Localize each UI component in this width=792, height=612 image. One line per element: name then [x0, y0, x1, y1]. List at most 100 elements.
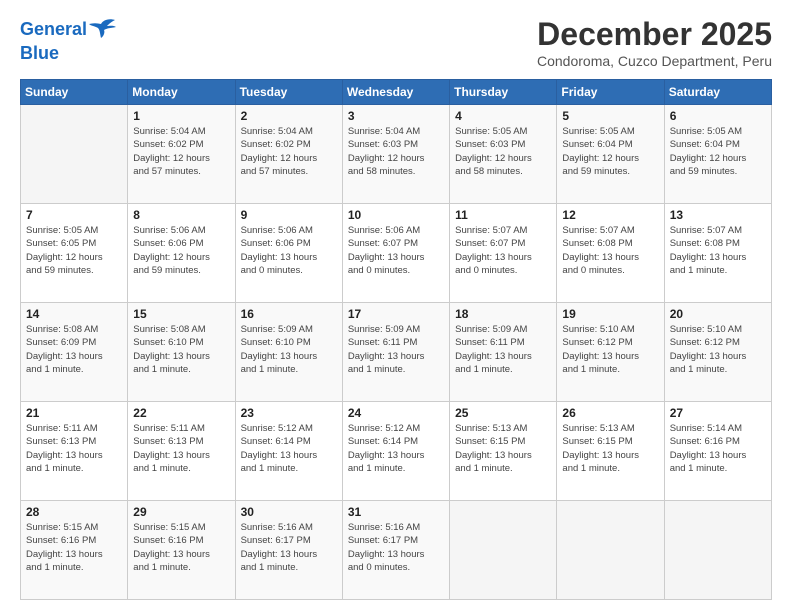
day-info: Sunrise: 5:11 AMSunset: 6:13 PMDaylight:… [26, 422, 122, 475]
day-number: 12 [562, 208, 658, 222]
table-row: 14Sunrise: 5:08 AMSunset: 6:09 PMDayligh… [21, 303, 128, 402]
calendar-week-row: 7 Sunrise: 5:05 AMSunset: 6:05 PMDaylight… [21, 204, 772, 303]
table-row: 16 Sunrise: 5:09 AMSunset: 6:10 PMDayligh… [235, 303, 342, 402]
day-number: 28 [26, 505, 122, 519]
logo-text: General [20, 20, 87, 40]
calendar-table: Sunday Monday Tuesday Wednesday Thursday… [20, 79, 772, 600]
day-info: Sunrise: 5:16 AMSunset: 6:17 PMDaylight:… [241, 521, 337, 574]
col-monday: Monday [128, 80, 235, 105]
day-info: Sunrise: 5:10 AMSunset: 6:12 PMDaylight:… [670, 323, 766, 376]
day-info: Sunrise: 5:05 AMSunset: 6:04 PMDaylight:… [670, 125, 766, 178]
page: General Blue December 2025 Condoroma, Cu… [0, 0, 792, 612]
day-info: Sunrise: 5:07 AMSunset: 6:08 PMDaylight:… [562, 224, 658, 277]
day-number: 29 [133, 505, 229, 519]
table-row [450, 501, 557, 600]
table-row: 19 Sunrise: 5:10 AMSunset: 6:12 PMDayligh… [557, 303, 664, 402]
day-info: Sunrise: 5:15 AMSunset: 6:16 PMDaylight:… [26, 521, 122, 574]
table-row: 22Sunrise: 5:11 AMSunset: 6:13 PMDayligh… [128, 402, 235, 501]
table-row [21, 105, 128, 204]
day-number: 20 [670, 307, 766, 321]
col-thursday: Thursday [450, 80, 557, 105]
table-row: 18Sunrise: 5:09 AMSunset: 6:11 PMDayligh… [450, 303, 557, 402]
day-number: 24 [348, 406, 444, 420]
table-row: 30 Sunrise: 5:16 AMSunset: 6:17 PMDayligh… [235, 501, 342, 600]
table-row: 3Sunrise: 5:04 AMSunset: 6:03 PMDaylight… [342, 105, 449, 204]
day-number: 30 [241, 505, 337, 519]
table-row [664, 501, 771, 600]
header: General Blue December 2025 Condoroma, Cu… [20, 16, 772, 69]
day-info: Sunrise: 5:09 AMSunset: 6:10 PMDaylight:… [241, 323, 337, 376]
table-row: 25 Sunrise: 5:13 AMSunset: 6:15 PMDayligh… [450, 402, 557, 501]
day-info: Sunrise: 5:06 AMSunset: 6:07 PMDaylight:… [348, 224, 444, 277]
table-row: 27Sunrise: 5:14 AMSunset: 6:16 PMDayligh… [664, 402, 771, 501]
day-number: 26 [562, 406, 658, 420]
day-info: Sunrise: 5:04 AMSunset: 6:02 PMDaylight:… [241, 125, 337, 178]
col-friday: Friday [557, 80, 664, 105]
table-row: 7 Sunrise: 5:05 AMSunset: 6:05 PMDaylight… [21, 204, 128, 303]
table-row: 8 Sunrise: 5:06 AMSunset: 6:06 PMDaylight… [128, 204, 235, 303]
day-number: 8 [133, 208, 229, 222]
table-row: 12 Sunrise: 5:07 AMSunset: 6:08 PMDayligh… [557, 204, 664, 303]
table-row: 26 Sunrise: 5:13 AMSunset: 6:15 PMDayligh… [557, 402, 664, 501]
day-info: Sunrise: 5:13 AMSunset: 6:15 PMDaylight:… [455, 422, 551, 475]
day-info: Sunrise: 5:09 AMSunset: 6:11 PMDaylight:… [348, 323, 444, 376]
day-number: 1 [133, 109, 229, 123]
day-info: Sunrise: 5:13 AMSunset: 6:15 PMDaylight:… [562, 422, 658, 475]
day-number: 4 [455, 109, 551, 123]
logo: General Blue [20, 16, 117, 64]
table-row [557, 501, 664, 600]
day-number: 31 [348, 505, 444, 519]
table-row: 1 Sunrise: 5:04 AMSunset: 6:02 PMDaylight… [128, 105, 235, 204]
day-info: Sunrise: 5:14 AMSunset: 6:16 PMDaylight:… [670, 422, 766, 475]
table-row: 17Sunrise: 5:09 AMSunset: 6:11 PMDayligh… [342, 303, 449, 402]
day-info: Sunrise: 5:15 AMSunset: 6:16 PMDaylight:… [133, 521, 229, 574]
day-info: Sunrise: 5:05 AMSunset: 6:05 PMDaylight:… [26, 224, 122, 277]
day-info: Sunrise: 5:06 AMSunset: 6:06 PMDaylight:… [133, 224, 229, 277]
day-number: 23 [241, 406, 337, 420]
calendar-week-row: 14Sunrise: 5:08 AMSunset: 6:09 PMDayligh… [21, 303, 772, 402]
day-number: 19 [562, 307, 658, 321]
title-block: December 2025 Condoroma, Cuzco Departmen… [537, 16, 772, 69]
table-row: 21 Sunrise: 5:11 AMSunset: 6:13 PMDayligh… [21, 402, 128, 501]
day-info: Sunrise: 5:09 AMSunset: 6:11 PMDaylight:… [455, 323, 551, 376]
col-tuesday: Tuesday [235, 80, 342, 105]
day-info: Sunrise: 5:06 AMSunset: 6:06 PMDaylight:… [241, 224, 337, 277]
day-info: Sunrise: 5:05 AMSunset: 6:04 PMDaylight:… [562, 125, 658, 178]
day-info: Sunrise: 5:08 AMSunset: 6:09 PMDaylight:… [26, 323, 122, 376]
day-number: 15 [133, 307, 229, 321]
table-row: 13 Sunrise: 5:07 AMSunset: 6:08 PMDayligh… [664, 204, 771, 303]
day-info: Sunrise: 5:12 AMSunset: 6:14 PMDaylight:… [348, 422, 444, 475]
table-row: 28 Sunrise: 5:15 AMSunset: 6:16 PMDayligh… [21, 501, 128, 600]
day-number: 22 [133, 406, 229, 420]
calendar-week-row: 28 Sunrise: 5:15 AMSunset: 6:16 PMDayligh… [21, 501, 772, 600]
day-number: 13 [670, 208, 766, 222]
day-info: Sunrise: 5:10 AMSunset: 6:12 PMDaylight:… [562, 323, 658, 376]
calendar-week-row: 21 Sunrise: 5:11 AMSunset: 6:13 PMDayligh… [21, 402, 772, 501]
table-row: 24 Sunrise: 5:12 AMSunset: 6:14 PMDayligh… [342, 402, 449, 501]
day-info: Sunrise: 5:04 AMSunset: 6:02 PMDaylight:… [133, 125, 229, 178]
day-number: 3 [348, 109, 444, 123]
table-row: 11Sunrise: 5:07 AMSunset: 6:07 PMDayligh… [450, 204, 557, 303]
logo-bird-icon [87, 16, 117, 44]
day-info: Sunrise: 5:07 AMSunset: 6:08 PMDaylight:… [670, 224, 766, 277]
day-info: Sunrise: 5:16 AMSunset: 6:17 PMDaylight:… [348, 521, 444, 574]
day-number: 21 [26, 406, 122, 420]
day-number: 25 [455, 406, 551, 420]
table-row: 2 Sunrise: 5:04 AMSunset: 6:02 PMDaylight… [235, 105, 342, 204]
table-row: 20 Sunrise: 5:10 AMSunset: 6:12 PMDayligh… [664, 303, 771, 402]
day-number: 2 [241, 109, 337, 123]
table-row: 29 Sunrise: 5:15 AMSunset: 6:16 PMDayligh… [128, 501, 235, 600]
logo-blue: Blue [20, 44, 59, 64]
table-row: 6 Sunrise: 5:05 AMSunset: 6:04 PMDaylight… [664, 105, 771, 204]
table-row: 4Sunrise: 5:05 AMSunset: 6:03 PMDaylight… [450, 105, 557, 204]
day-number: 7 [26, 208, 122, 222]
location-subtitle: Condoroma, Cuzco Department, Peru [537, 53, 772, 69]
col-saturday: Saturday [664, 80, 771, 105]
day-number: 9 [241, 208, 337, 222]
day-number: 6 [670, 109, 766, 123]
day-info: Sunrise: 5:08 AMSunset: 6:10 PMDaylight:… [133, 323, 229, 376]
day-number: 16 [241, 307, 337, 321]
col-wednesday: Wednesday [342, 80, 449, 105]
day-number: 11 [455, 208, 551, 222]
table-row: 5Sunrise: 5:05 AMSunset: 6:04 PMDaylight… [557, 105, 664, 204]
